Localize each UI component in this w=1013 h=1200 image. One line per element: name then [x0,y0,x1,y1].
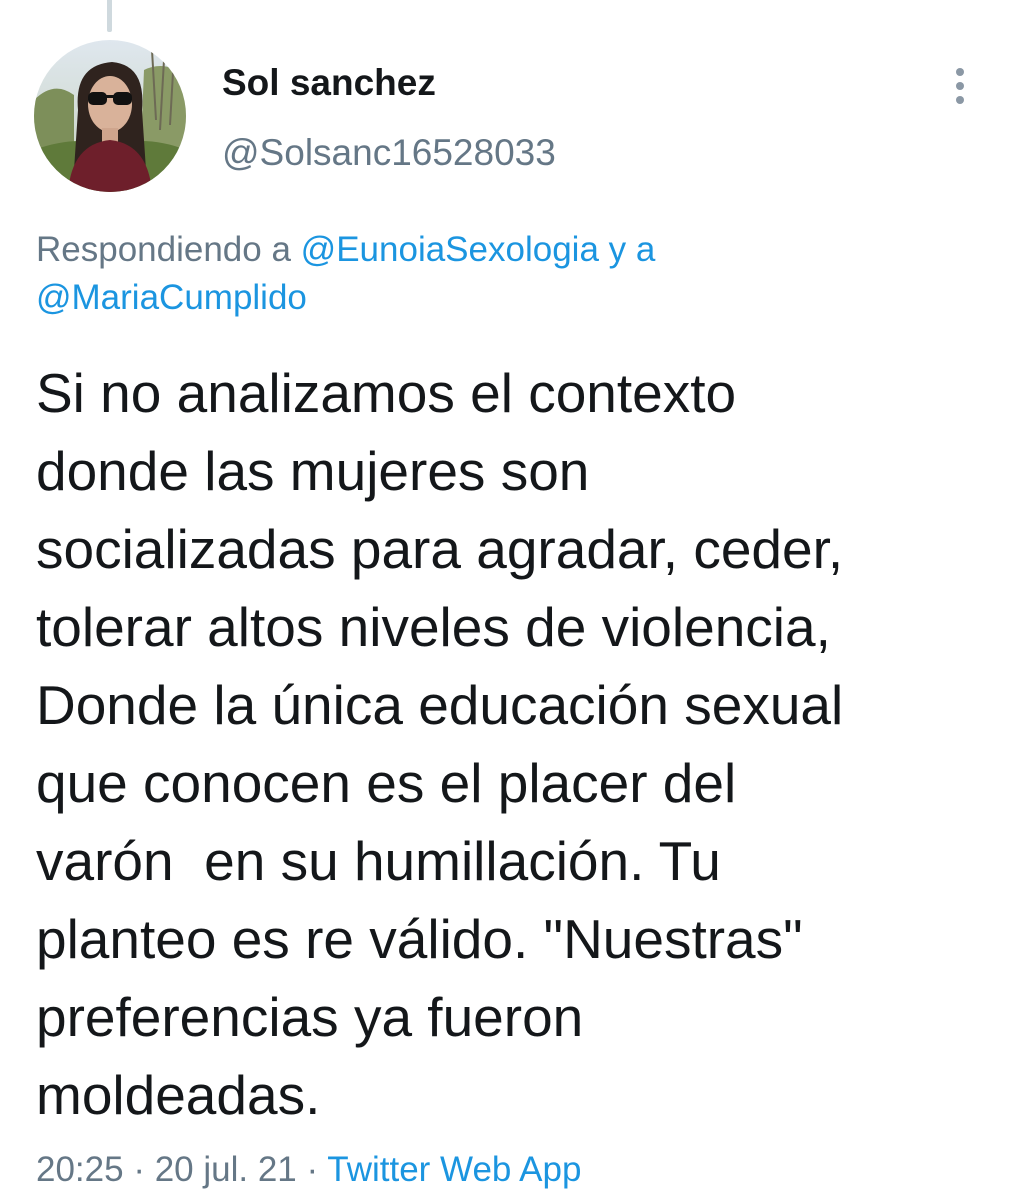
tweet-text-line: moldeadas. [36,1064,321,1126]
tweet-text-line: Si no analizamos el contexto [36,362,737,424]
thread-connector-line [107,0,112,32]
tweet-time[interactable]: 20:25 [36,1150,124,1189]
tweet-date[interactable]: 20 jul. 21 [155,1150,297,1189]
more-options-button[interactable] [940,60,980,112]
more-vertical-icon [956,68,964,76]
reply-context: Respondiendo a @EunoiaSexologia y a @Mar… [36,226,976,322]
tweet-text-line: socializadas para agradar, ceder, [36,518,844,580]
meta-separator: · [133,1150,145,1189]
author-display-name[interactable]: Sol sanchez [222,62,436,104]
author-handle[interactable]: @Solsanc16528033 [222,132,556,174]
avatar-photo [34,40,186,192]
more-vertical-icon-dot [956,96,964,104]
tweet-text: Si no analizamos el contexto donde las m… [36,354,996,1134]
tweet-text-line: tolerar altos niveles de violencia, [36,596,831,658]
more-vertical-icon-dot [956,82,964,90]
tweet-text-line: donde las mujeres son [36,440,590,502]
mention-link[interactable]: @EunoiaSexologia [301,230,599,269]
reply-joiner: y a [608,230,656,269]
tweet-text-line: que conocen es el placer del [36,752,737,814]
tweet-text-line: varón en su humillación. Tu [36,830,721,892]
avatar[interactable] [34,40,186,192]
tweet-text-line: preferencias ya fueron [36,986,584,1048]
reply-prefix: Respondiendo a [36,230,291,269]
tweet-meta: 20:25 · 20 jul. 21 · Twitter Web App [36,1146,581,1194]
meta-separator: · [306,1150,319,1189]
tweet-source-link[interactable]: Twitter Web App [327,1150,581,1189]
mention-link[interactable]: @MariaCumplido [36,278,307,317]
tweet-text-line: Donde la única educación sexual [36,674,844,736]
tweet-text-line: planteo es re válido. "Nuestras" [36,908,803,970]
